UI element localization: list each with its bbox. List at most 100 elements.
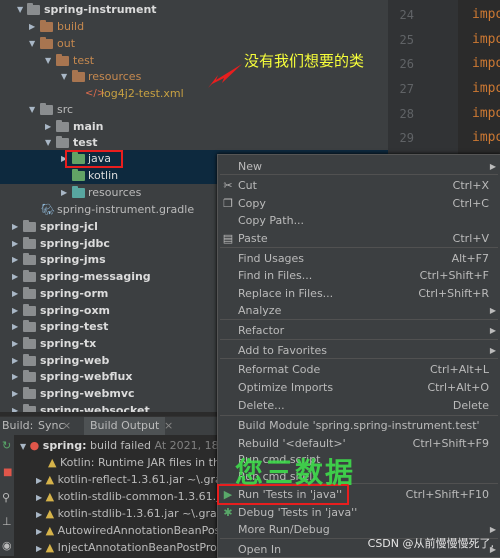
menu-item-label: Replace in Files... [238,287,334,300]
chevron-right-icon[interactable]: ▶ [45,118,53,135]
chevron-down-icon[interactable]: ▼ [45,134,53,151]
menu-item[interactable]: Optimize Imports Ctrl+Alt+O [218,379,500,397]
chevron-right-icon[interactable]: ▶ [12,335,20,352]
chevron-down-icon[interactable]: ▼ [17,1,25,18]
chevron-right-icon[interactable]: ▶ [12,268,20,285]
chevron-right-icon[interactable]: ▶ [12,318,20,335]
chevron-down-icon[interactable]: ▼ [20,442,26,451]
chevron-down-icon[interactable]: ▼ [29,35,37,52]
tree-item-label: spring-webmvc [40,387,135,400]
chevron-right-icon[interactable]: ▶ [12,251,20,268]
menu-item[interactable]: Add to Favorites ▶ [218,342,500,360]
chevron-right-icon[interactable]: ▶ [12,285,20,302]
close-icon[interactable]: × [62,419,71,432]
warning-icon: ▲ [45,524,55,537]
close-icon[interactable]: × [164,419,173,432]
menu-item[interactable]: Refactor ▶ [218,322,500,340]
menu-item[interactable]: ❐ Copy Ctrl+C [218,195,500,213]
chevron-down-icon[interactable]: ▼ [29,101,37,118]
build-message-row[interactable]: ▶ ▲ kotlin-stdlib-common-1.3.61.jar [36,488,230,505]
warning-icon: ▲ [45,490,55,503]
build-tool-label: Build: [2,419,34,432]
menu-item-shortcut: Ctrl+X [452,179,489,192]
tree-item-logfile[interactable]: </> log4j2-test.xml [0,85,388,102]
line-number: 26 [399,57,414,71]
menu-item[interactable]: Find in Files... Ctrl+Shift+F [218,267,500,285]
menu-item[interactable]: Build Module 'spring.spring-instrument.t… [218,417,500,435]
menu-item[interactable]: ▤ Paste Ctrl+V [218,230,500,248]
menu-item-label: Copy Path... [238,214,305,227]
chevron-right-icon[interactable]: ▶ [36,493,42,502]
build-message-row[interactable]: ▶ ▲ AutowiredAnnotationBeanPostP [36,522,231,539]
chevron-right-icon[interactable]: ▶ [36,527,42,536]
tree-item-label: resources [88,70,142,83]
chevron-right-icon[interactable]: ▶ [12,368,20,385]
build-message-row[interactable]: ▶ ▲ kotlin-stdlib-1.3.61.jar ~\.gradle [36,505,234,522]
menu-item[interactable]: Reformat Code Ctrl+Alt+L [218,361,500,379]
tree-item-src-test[interactable]: ▼ test [0,134,388,151]
code-keyword: impo [472,32,500,47]
error-icon: ● [29,439,40,452]
tab-sync[interactable]: Sync [38,419,65,432]
debug-icon: ✱ [223,506,233,519]
line-number: 27 [399,82,414,96]
chevron-right-icon[interactable]: ▶ [12,302,20,319]
tree-item-main[interactable]: ▶ main [0,118,388,135]
menu-item[interactable]: ✱ Debug 'Tests in 'java'' [218,504,500,522]
chevron-right-icon[interactable]: ▶ [61,184,69,201]
eye-icon[interactable]: ◉ [2,539,12,552]
filter-icon[interactable]: ⚲ [2,491,10,504]
menu-item[interactable]: Analyze ▶ [218,302,500,320]
tree-item-label: build [57,20,85,33]
menu-item-shortcut: Ctrl+Shift+F [419,269,489,282]
rebuild-icon[interactable]: ↻ [2,439,11,452]
chevron-right-icon[interactable]: ▶ [12,385,20,402]
menu-item[interactable]: New ▶ [218,158,500,176]
build-message-row[interactable]: ▲ Kotlin: Runtime JAR files in the [48,454,227,471]
tab-build-output[interactable]: Build Output [84,417,166,436]
chevron-right-icon[interactable]: ▶ [12,218,20,235]
menu-item[interactable]: ✂ Cut Ctrl+X [218,177,500,195]
menu-item-label: Find in Files... [238,269,313,282]
module-folder-icon [23,353,36,366]
menu-item[interactable]: Delete... Delete [218,397,500,415]
menu-item[interactable]: Replace in Files... Ctrl+Shift+R [218,285,500,303]
build-message: AutowiredAnnotationBeanPostP [57,524,232,537]
tree-item-label: spring-instrument.gradle [57,203,195,216]
chevron-right-icon[interactable]: ▶ [12,402,20,412]
tree-item-label: spring-websocket [40,403,150,412]
module-folder-icon [23,270,36,283]
menu-item[interactable]: Find Usages Alt+F7 [218,250,500,268]
chevron-right-icon[interactable]: ▶ [36,476,42,485]
tree-item-label: resources [88,186,142,199]
warning-icon: ▲ [45,473,55,486]
chevron-right-icon[interactable]: ▶ [12,235,20,252]
chevron-right-icon[interactable]: ▶ [36,544,42,553]
chevron-down-icon[interactable]: ▼ [61,68,69,85]
menu-item-shortcut: Ctrl+Alt+O [427,381,489,394]
folder-icon [40,103,53,115]
menu-item-label: Analyze [238,304,282,317]
chevron-right-icon[interactable]: ▶ [29,18,37,35]
warning-icon: ▲ [45,541,55,554]
build-message: InjectAnnotationBeanPostProce [57,541,230,554]
module-folder-icon [23,303,36,316]
pin-icon[interactable]: ⊥ [2,515,12,528]
menu-item-label: Debug 'Tests in 'java'' [238,506,358,519]
build-status-row[interactable]: ▼ ● spring: build failed At 2021, 18 sec… [20,437,244,454]
stop-icon[interactable]: ■ [3,467,12,478]
chevron-down-icon[interactable]: ▼ [45,52,53,69]
build-message: kotlin-stdlib-common-1.3.61.jar [57,490,231,503]
menu-item[interactable]: Copy Path... [218,212,500,230]
tree-item-src[interactable]: ▼ src [0,101,388,118]
menu-item-label: Reformat Code [238,363,321,376]
build-message-row[interactable]: ▶ ▲ kotlin-reflect-1.3.61.jar ~\.gradl [36,471,232,488]
module-folder-icon [27,3,40,15]
tree-item-spring-instrument[interactable]: ▼ spring-instrument [0,1,388,18]
chevron-right-icon[interactable]: ▶ [12,352,20,369]
chevron-right-icon[interactable]: ▶ [36,510,42,519]
code-keyword: impo [472,7,500,22]
build-message-row[interactable]: ▶ ▲ InjectAnnotationBeanPostProce [36,539,230,556]
tree-item-build[interactable]: ▶ build [0,18,388,35]
tree-item-label: spring-tx [40,336,97,350]
